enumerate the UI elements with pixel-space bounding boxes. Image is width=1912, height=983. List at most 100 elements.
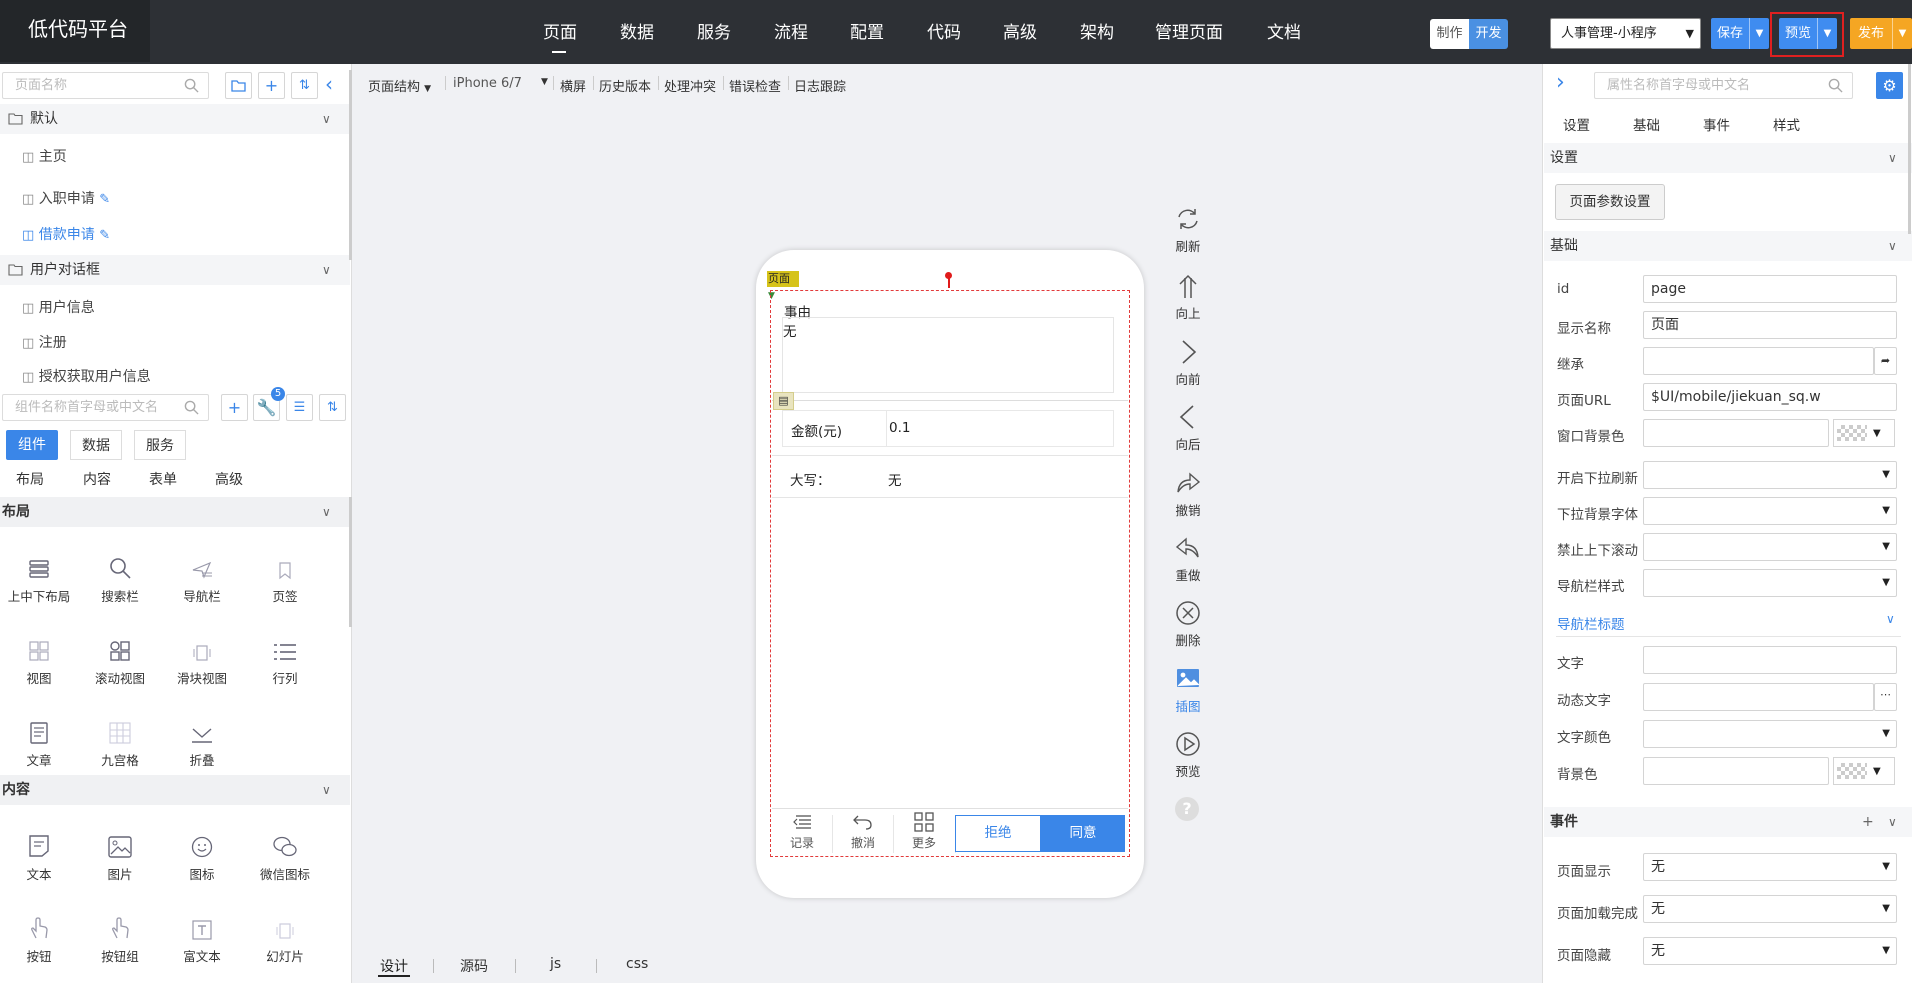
edit-pencil-icon[interactable]: ✎: [99, 228, 110, 243]
tab-components[interactable]: 组件: [6, 430, 58, 460]
comp-view[interactable]: 视图: [0, 622, 79, 687]
bottom-undo-button[interactable]: 撤消: [833, 810, 893, 854]
comp-navbar[interactable]: 导航栏: [162, 540, 242, 605]
mode-dev[interactable]: 开发: [1469, 19, 1508, 49]
collapse-left-icon[interactable]: ‹: [325, 72, 347, 99]
app-selector[interactable]: 人事管理-小程序 ▼: [1550, 18, 1701, 49]
history-button[interactable]: 历史版本: [599, 76, 651, 95]
preview-tool[interactable]: 预览: [1158, 731, 1218, 780]
comp-row-col[interactable]: 行列: [245, 622, 325, 687]
subtab-layout[interactable]: 布局: [16, 469, 44, 489]
sort-button[interactable]: ⇅: [291, 72, 318, 99]
new-folder-button[interactable]: [225, 72, 252, 99]
move-up-tool[interactable]: 向上: [1158, 273, 1218, 322]
agree-button[interactable]: 同意: [1041, 815, 1125, 852]
reject-button[interactable]: 拒绝: [955, 815, 1041, 852]
page-search-input[interactable]: 页面名称: [2, 72, 209, 99]
page-tag[interactable]: 页面 ▼: [767, 271, 799, 301]
page-item-auth[interactable]: ◫ 授权获取用户信息: [22, 366, 151, 386]
comp-icon[interactable]: 图标: [162, 818, 242, 883]
bottom-more-button[interactable]: 更多: [894, 810, 954, 854]
event-page-load-select[interactable]: 无 ▼: [1643, 895, 1897, 923]
save-button[interactable]: 保存 ▼: [1711, 18, 1769, 49]
edit-pencil-icon[interactable]: ✎: [99, 192, 110, 207]
comp-grid[interactable]: 九宫格: [80, 704, 160, 769]
no-scroll-select[interactable]: ▼: [1643, 533, 1897, 561]
chevron-down-icon[interactable]: ∨: [1886, 612, 1895, 626]
settings-section-header[interactable]: 设置 ∨: [1544, 143, 1912, 173]
bg-color-input[interactable]: [1643, 757, 1829, 785]
page-item-home[interactable]: ◫ 主页: [22, 146, 67, 166]
comp-button-group[interactable]: 按钮组: [80, 900, 160, 965]
comp-search-bar[interactable]: 搜索栏: [80, 540, 160, 605]
comp-scroll-view[interactable]: 滚动视图: [80, 622, 160, 687]
property-search-input[interactable]: 属性名称首字母或中文名: [1594, 72, 1853, 99]
nav-style-select[interactable]: ▼: [1643, 569, 1897, 597]
publish-button[interactable]: 发布 ▼: [1850, 18, 1912, 49]
tree-scrollbar[interactable]: [349, 70, 352, 260]
component-search-input[interactable]: 组件名称首字母或中文名: [2, 394, 209, 421]
nav-flow[interactable]: 流程: [774, 0, 808, 64]
help-icon[interactable]: ?: [1175, 797, 1199, 821]
device-selector[interactable]: iPhone 6/7: [453, 76, 553, 91]
prop-tab-style[interactable]: 样式: [1773, 114, 1800, 134]
tab-js[interactable]: js: [550, 956, 561, 972]
comp-wechat-icon[interactable]: 微信图标: [245, 818, 325, 883]
page-structure-dropdown[interactable]: 页面结构 ▼: [368, 76, 431, 95]
nav-code[interactable]: 代码: [927, 0, 961, 64]
prop-tab-basic[interactable]: 基础: [1633, 114, 1660, 134]
event-page-show-select[interactable]: 无 ▼: [1643, 853, 1897, 881]
page-params-button[interactable]: 页面参数设置: [1555, 184, 1665, 220]
gear-icon[interactable]: ⚙: [1876, 72, 1903, 99]
comp-top-middle-bottom[interactable]: 上中下布局: [0, 540, 79, 605]
nav-title-subheader[interactable]: 导航栏标题: [1557, 613, 1625, 633]
comp-image[interactable]: 图片: [80, 818, 160, 883]
comp-swiper-view[interactable]: 滑块视图: [162, 622, 242, 687]
reason-textarea[interactable]: 无: [782, 317, 1114, 393]
backward-tool[interactable]: 向后: [1158, 404, 1218, 453]
page-item-register[interactable]: ◫ 注册: [22, 332, 67, 352]
inherit-input[interactable]: [1643, 347, 1874, 375]
bottom-record-button[interactable]: 记录: [772, 810, 832, 854]
prop-tab-settings[interactable]: 设置: [1563, 114, 1590, 134]
error-check-button[interactable]: 错误检查: [729, 76, 781, 95]
page-item-userinfo[interactable]: ◫ 用户信息: [22, 297, 95, 317]
sort-button[interactable]: ⇅: [319, 394, 346, 421]
comp-rich-text[interactable]: 富文本: [162, 900, 242, 965]
insert-image-tool[interactable]: 插图: [1158, 666, 1218, 715]
tab-source[interactable]: 源码: [460, 956, 488, 976]
comp-button[interactable]: 按钮: [0, 900, 79, 965]
page-item-loan[interactable]: ◫ 借款申请 ✎: [22, 224, 110, 244]
window-bg-input[interactable]: [1643, 419, 1829, 447]
comp-collapse[interactable]: 折叠: [162, 704, 242, 769]
log-trace-button[interactable]: 日志跟踪: [794, 76, 846, 95]
page-url-input[interactable]: $UI/mobile/jiekuan_sq.w: [1643, 383, 1897, 411]
list-icon[interactable]: ☰: [286, 394, 313, 421]
forward-tool[interactable]: 向前: [1158, 339, 1218, 388]
comp-text[interactable]: 文本: [0, 818, 79, 883]
basic-section-header[interactable]: 基础 ∨: [1544, 231, 1912, 261]
tab-design[interactable]: 设计: [380, 956, 408, 976]
pull-refresh-select[interactable]: ▼: [1643, 461, 1897, 489]
component-scrollbar[interactable]: [349, 497, 352, 627]
undo-tool[interactable]: 撤销: [1158, 470, 1218, 519]
add-component-button[interactable]: +: [221, 394, 248, 421]
row-handle-icon[interactable]: ▤: [773, 392, 794, 410]
nav-service[interactable]: 服务: [697, 0, 731, 64]
window-bg-color-picker[interactable]: ▼: [1833, 419, 1895, 447]
bg-color-picker[interactable]: ▼: [1833, 757, 1895, 785]
page-item-onboarding[interactable]: ◫ 入职申请 ✎: [22, 188, 110, 208]
section-layout[interactable]: 布局 ∨: [0, 497, 350, 527]
text-color-select[interactable]: ▼: [1643, 720, 1897, 748]
event-page-hide-select[interactable]: 无 ▼: [1643, 937, 1897, 965]
group-default[interactable]: 默认 ∨: [0, 104, 350, 134]
display-name-input[interactable]: 页面: [1643, 311, 1897, 339]
refresh-tool[interactable]: 刷新: [1158, 206, 1218, 255]
add-icon[interactable]: +: [1862, 807, 1874, 837]
subtab-form[interactable]: 表单: [149, 469, 177, 489]
amount-input[interactable]: 0.1: [889, 420, 910, 436]
resolve-conflict-button[interactable]: 处理冲突: [664, 76, 716, 95]
tab-css[interactable]: css: [626, 956, 648, 972]
pull-bg-font-select[interactable]: ▼: [1643, 497, 1897, 525]
nav-manage-page[interactable]: 管理页面: [1155, 0, 1223, 64]
